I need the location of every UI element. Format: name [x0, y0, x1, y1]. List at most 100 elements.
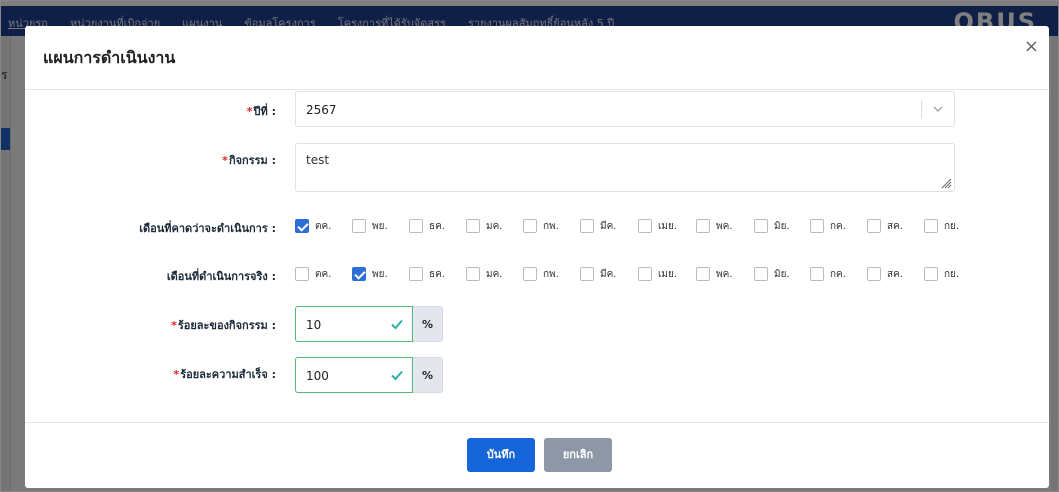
month-option[interactable]: มีค. [580, 265, 616, 283]
month-checkbox[interactable] [409, 219, 423, 233]
month-checkbox[interactable] [523, 267, 537, 281]
month-option[interactable]: ตค. [295, 265, 331, 283]
month-option[interactable]: กพ. [523, 217, 559, 235]
activity-percent-input[interactable]: 10 [295, 306, 413, 342]
month-option[interactable]: เมย. [638, 265, 677, 283]
valid-check-icon [391, 319, 403, 330]
success-percent-value: 100 [306, 369, 329, 383]
month-checkbox[interactable] [295, 267, 309, 281]
month-option[interactable]: กย. [924, 265, 959, 283]
year-select-value: 2567 [306, 103, 337, 117]
month-label[interactable]: ธค. [429, 219, 445, 234]
month-checkbox[interactable] [696, 267, 710, 281]
success-percent-label-text: ร้อยละความสำเร็จ : [180, 368, 276, 381]
valid-check-icon [391, 370, 403, 381]
month-option[interactable]: สค. [867, 217, 903, 235]
month-checkbox[interactable] [295, 219, 309, 233]
month-checkbox[interactable] [696, 219, 710, 233]
month-label[interactable]: พค. [716, 267, 732, 282]
success-percent-input[interactable]: 100 [295, 357, 413, 393]
modal-header: แผนการดำเนินงาน × [25, 26, 1049, 90]
month-option[interactable]: ตค. [295, 217, 331, 235]
month-label[interactable]: มิย. [774, 219, 790, 234]
month-label[interactable]: พค. [716, 219, 732, 234]
month-checkbox[interactable] [924, 219, 938, 233]
month-label[interactable]: ตค. [315, 219, 331, 234]
month-label[interactable]: กพ. [543, 219, 559, 234]
month-checkbox[interactable] [638, 267, 652, 281]
year-label: *ปีที่ : [247, 102, 276, 120]
cancel-button[interactable]: ยกเลิก [544, 438, 612, 472]
month-label[interactable]: เมย. [658, 267, 677, 282]
month-option[interactable]: กค. [810, 217, 846, 235]
month-label[interactable]: กย. [944, 267, 959, 282]
month-option[interactable]: มีค. [580, 217, 616, 235]
plan-modal: แผนการดำเนินงาน × *ปีที่ : 2567 *กิจกรรม… [25, 26, 1049, 488]
modal-footer: บันทึก ยกเลิก [25, 422, 1049, 489]
required-mark: * [246, 105, 253, 118]
month-option[interactable]: เมย. [638, 217, 677, 235]
month-label[interactable]: มค. [486, 267, 502, 282]
month-option[interactable]: ธค. [409, 217, 445, 235]
month-checkbox[interactable] [580, 267, 594, 281]
required-mark: * [173, 368, 180, 381]
month-label[interactable]: พย. [372, 267, 388, 282]
month-option[interactable]: พค. [696, 265, 732, 283]
month-label[interactable]: มีค. [600, 219, 616, 234]
required-mark: * [222, 154, 228, 167]
month-label[interactable]: มีค. [600, 267, 616, 282]
month-label[interactable]: กพ. [543, 267, 559, 282]
month-label[interactable]: กย. [944, 219, 959, 234]
month-option[interactable]: พย. [352, 217, 388, 235]
month-label[interactable]: สค. [887, 267, 903, 282]
month-option[interactable]: กย. [924, 217, 959, 235]
month-checkbox[interactable] [810, 267, 824, 281]
select-separator [921, 100, 922, 118]
month-option[interactable]: มิย. [754, 217, 790, 235]
required-mark: * [171, 319, 177, 332]
month-label[interactable]: สค. [887, 219, 903, 234]
month-checkbox[interactable] [466, 219, 480, 233]
month-label[interactable]: กค. [830, 267, 846, 282]
month-option[interactable]: พย. [352, 265, 388, 283]
month-checkbox[interactable] [867, 267, 881, 281]
month-label[interactable]: มิย. [774, 267, 790, 282]
activity-percent-label: *ร้อยละของกิจกรรม : [171, 316, 276, 334]
month-option[interactable]: สค. [867, 265, 903, 283]
activity-percent-group: 10 % [295, 306, 443, 342]
month-checkbox[interactable] [867, 219, 881, 233]
month-option[interactable]: พค. [696, 217, 732, 235]
percent-addon: % [413, 306, 443, 342]
planned-months-label: เดือนที่คาดว่าจะดำเนินการ : [139, 222, 276, 235]
month-checkbox[interactable] [924, 267, 938, 281]
month-label[interactable]: ตค. [315, 267, 331, 282]
month-checkbox[interactable] [754, 267, 768, 281]
month-checkbox[interactable] [638, 219, 652, 233]
month-checkbox[interactable] [352, 219, 366, 233]
month-checkbox[interactable] [810, 219, 824, 233]
month-checkbox[interactable] [466, 267, 480, 281]
month-label[interactable]: กค. [830, 219, 846, 234]
month-option[interactable]: มค. [466, 265, 502, 283]
month-option[interactable]: กพ. [523, 265, 559, 283]
month-checkbox[interactable] [580, 219, 594, 233]
close-icon[interactable]: × [1024, 36, 1039, 57]
month-label[interactable]: พย. [372, 219, 388, 234]
month-option[interactable]: ธค. [409, 265, 445, 283]
chevron-down-icon[interactable] [930, 101, 946, 117]
month-option[interactable]: มิย. [754, 265, 790, 283]
month-checkbox[interactable] [754, 219, 768, 233]
month-label[interactable]: เมย. [658, 219, 677, 234]
month-checkbox[interactable] [409, 267, 423, 281]
save-button[interactable]: บันทึก [467, 438, 535, 472]
month-label[interactable]: ธค. [429, 267, 445, 282]
year-select[interactable]: 2567 [295, 91, 955, 127]
month-checkbox[interactable] [523, 219, 537, 233]
month-option[interactable]: มค. [466, 217, 502, 235]
activity-textarea[interactable]: test [295, 143, 955, 192]
month-option[interactable]: กค. [810, 265, 846, 283]
month-checkbox[interactable] [352, 267, 366, 281]
actual-months-label: เดือนที่ดำเนินการจริง : [166, 270, 276, 283]
resize-grip-icon[interactable] [940, 177, 952, 189]
month-label[interactable]: มค. [486, 219, 502, 234]
